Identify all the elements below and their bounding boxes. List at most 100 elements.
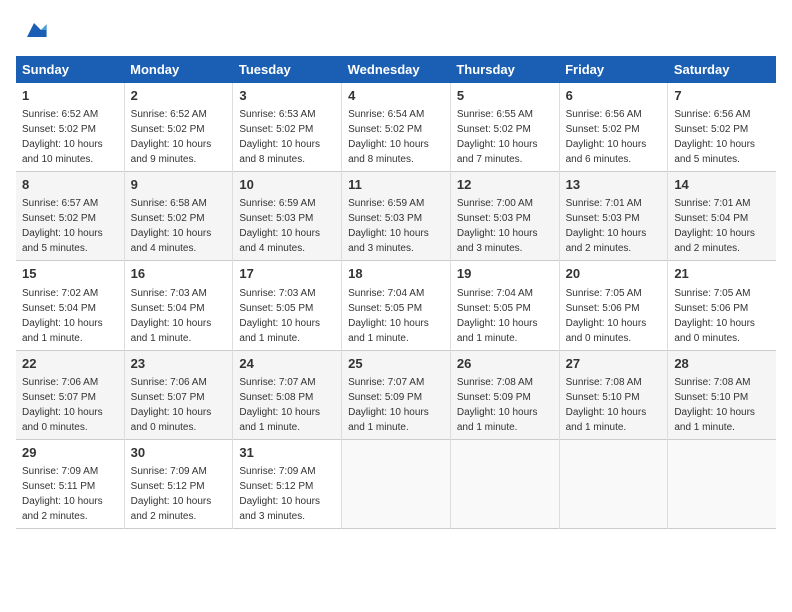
column-header-saturday: Saturday [668,56,776,83]
calendar-cell: 18 Sunrise: 7:04 AM Sunset: 5:05 PM Dayli… [342,261,451,350]
calendar-cell: 31Sunrise: 7:09 AM Sunset: 5:12 PM Dayli… [233,439,342,528]
day-info: Sunrise: 6:53 AM Sunset: 5:02 PM Dayligh… [239,107,335,167]
day-number: 8 [22,176,118,194]
calendar-cell: 29 Sunrise: 7:09 AM Sunset: 5:11 PM Dayli… [16,439,124,528]
column-header-thursday: Thursday [450,56,559,83]
logo [16,16,48,44]
calendar-cell: 19 Sunrise: 7:04 AM Sunset: 5:05 PM Dayli… [450,261,559,350]
day-number: 31 [239,444,335,462]
day-info: Sunrise: 7:05 AM Sunset: 5:06 PM Dayligh… [674,286,770,346]
day-info: Sunrise: 6:59 AM Sunset: 5:03 PM Dayligh… [239,196,335,256]
day-number: 20 [566,265,662,283]
day-number: 18 [348,265,444,283]
calendar-cell: 25 Sunrise: 7:07 AM Sunset: 5:09 PM Dayli… [342,350,451,439]
calendar-cell: 16Sunrise: 7:03 AM Sunset: 5:04 PM Dayli… [124,261,233,350]
day-number: 3 [239,87,335,105]
calendar-cell: 4 Sunrise: 6:54 AM Sunset: 5:02 PM Daylig… [342,83,451,172]
day-number: 23 [131,355,227,373]
calendar-cell: 6 Sunrise: 6:56 AM Sunset: 5:02 PM Daylig… [559,83,668,172]
calendar-cell: 23 Sunrise: 7:06 AM Sunset: 5:07 PM Dayli… [124,350,233,439]
calendar-cell: 26 Sunrise: 7:08 AM Sunset: 5:09 PM Dayli… [450,350,559,439]
day-number: 9 [131,176,227,194]
calendar-cell: 22Sunrise: 7:06 AM Sunset: 5:07 PM Dayli… [16,350,124,439]
calendar-table: SundayMondayTuesdayWednesdayThursdayFrid… [16,56,776,529]
logo-icon [20,16,48,44]
day-info: Sunrise: 6:56 AM Sunset: 5:02 PM Dayligh… [566,107,662,167]
day-info: Sunrise: 7:08 AM Sunset: 5:09 PM Dayligh… [457,375,553,435]
calendar-week-row: 8 Sunrise: 6:57 AM Sunset: 5:02 PM Daylig… [16,172,776,261]
calendar-cell: 9 Sunrise: 6:58 AM Sunset: 5:02 PM Daylig… [124,172,233,261]
calendar-cell: 14 Sunrise: 7:01 AM Sunset: 5:04 PM Dayli… [668,172,776,261]
day-info: Sunrise: 7:09 AM Sunset: 5:11 PM Dayligh… [22,464,118,524]
calendar-week-row: 22Sunrise: 7:06 AM Sunset: 5:07 PM Dayli… [16,350,776,439]
day-number: 21 [674,265,770,283]
day-info: Sunrise: 7:07 AM Sunset: 5:09 PM Dayligh… [348,375,444,435]
day-info: Sunrise: 7:01 AM Sunset: 5:04 PM Dayligh… [674,196,770,256]
day-number: 11 [348,176,444,194]
day-info: Sunrise: 6:54 AM Sunset: 5:02 PM Dayligh… [348,107,444,167]
day-number: 30 [131,444,227,462]
day-number: 12 [457,176,553,194]
day-info: Sunrise: 7:03 AM Sunset: 5:05 PM Dayligh… [239,286,335,346]
day-info: Sunrise: 7:04 AM Sunset: 5:05 PM Dayligh… [457,286,553,346]
calendar-cell: 21 Sunrise: 7:05 AM Sunset: 5:06 PM Dayli… [668,261,776,350]
column-header-monday: Monday [124,56,233,83]
calendar-cell: 12 Sunrise: 7:00 AM Sunset: 5:03 PM Dayli… [450,172,559,261]
calendar-cell: 28Sunrise: 7:08 AM Sunset: 5:10 PM Dayli… [668,350,776,439]
day-info: Sunrise: 6:59 AM Sunset: 5:03 PM Dayligh… [348,196,444,256]
column-header-friday: Friday [559,56,668,83]
calendar-cell: 15 Sunrise: 7:02 AM Sunset: 5:04 PM Dayli… [16,261,124,350]
day-number: 19 [457,265,553,283]
day-info: Sunrise: 7:01 AM Sunset: 5:03 PM Dayligh… [566,196,662,256]
calendar-cell: 10 Sunrise: 6:59 AM Sunset: 5:03 PM Dayli… [233,172,342,261]
day-number: 27 [566,355,662,373]
day-info: Sunrise: 7:08 AM Sunset: 5:10 PM Dayligh… [674,375,770,435]
day-info: Sunrise: 7:04 AM Sunset: 5:05 PM Dayligh… [348,286,444,346]
day-number: 26 [457,355,553,373]
day-number: 15 [22,265,118,283]
column-header-wednesday: Wednesday [342,56,451,83]
day-number: 29 [22,444,118,462]
calendar-week-row: 15 Sunrise: 7:02 AM Sunset: 5:04 PM Dayli… [16,261,776,350]
day-number: 6 [566,87,662,105]
day-info: Sunrise: 7:00 AM Sunset: 5:03 PM Dayligh… [457,196,553,256]
day-number: 17 [239,265,335,283]
calendar-cell: 27 Sunrise: 7:08 AM Sunset: 5:10 PM Dayli… [559,350,668,439]
calendar-cell: 17 Sunrise: 7:03 AM Sunset: 5:05 PM Dayli… [233,261,342,350]
day-number: 16 [131,265,227,283]
day-info: Sunrise: 7:08 AM Sunset: 5:10 PM Dayligh… [566,375,662,435]
day-number: 5 [457,87,553,105]
day-number: 10 [239,176,335,194]
day-info: Sunrise: 6:58 AM Sunset: 5:02 PM Dayligh… [131,196,227,256]
day-number: 4 [348,87,444,105]
column-header-tuesday: Tuesday [233,56,342,83]
column-header-sunday: Sunday [16,56,124,83]
calendar-cell: 1 Sunrise: 6:52 AM Sunset: 5:02 PM Daylig… [16,83,124,172]
calendar-cell [559,439,668,528]
calendar-cell: 13 Sunrise: 7:01 AM Sunset: 5:03 PM Dayli… [559,172,668,261]
day-number: 2 [131,87,227,105]
header [16,16,776,44]
calendar-cell: 2 Sunrise: 6:52 AM Sunset: 5:02 PM Daylig… [124,83,233,172]
day-info: Sunrise: 6:52 AM Sunset: 5:02 PM Dayligh… [131,107,227,167]
day-number: 25 [348,355,444,373]
calendar-cell: 11 Sunrise: 6:59 AM Sunset: 5:03 PM Dayli… [342,172,451,261]
day-info: Sunrise: 7:09 AM Sunset: 5:12 PM Dayligh… [131,464,227,524]
calendar-cell [668,439,776,528]
calendar-cell [342,439,451,528]
calendar-cell: 20Sunrise: 7:05 AM Sunset: 5:06 PM Dayli… [559,261,668,350]
day-number: 13 [566,176,662,194]
day-info: Sunrise: 7:02 AM Sunset: 5:04 PM Dayligh… [22,286,118,346]
day-number: 1 [22,87,118,105]
day-info: Sunrise: 6:52 AM Sunset: 5:02 PM Dayligh… [22,107,118,167]
day-info: Sunrise: 6:57 AM Sunset: 5:02 PM Dayligh… [22,196,118,256]
day-info: Sunrise: 7:06 AM Sunset: 5:07 PM Dayligh… [131,375,227,435]
day-number: 7 [674,87,770,105]
calendar-cell: 7Sunrise: 6:56 AM Sunset: 5:02 PM Daylig… [668,83,776,172]
day-number: 14 [674,176,770,194]
calendar-cell [450,439,559,528]
day-info: Sunrise: 6:55 AM Sunset: 5:02 PM Dayligh… [457,107,553,167]
calendar-cell: 8 Sunrise: 6:57 AM Sunset: 5:02 PM Daylig… [16,172,124,261]
calendar-cell: 5 Sunrise: 6:55 AM Sunset: 5:02 PM Daylig… [450,83,559,172]
day-number: 24 [239,355,335,373]
